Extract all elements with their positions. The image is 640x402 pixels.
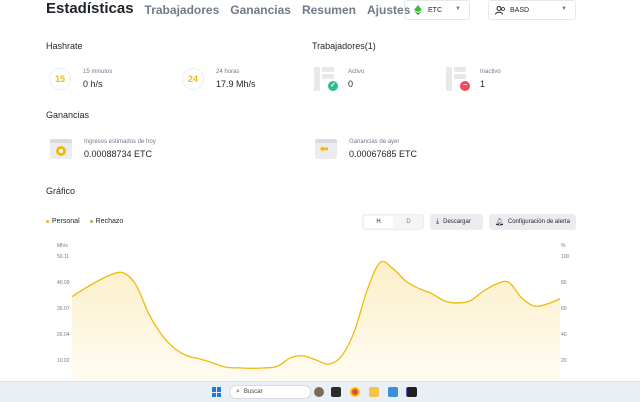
legend-item-personal[interactable]: Personal [46,218,80,225]
hashrate-24h-label: 24 horas [216,69,240,75]
series-personal-area [72,261,560,381]
y-tick-right: 60 [561,306,567,312]
y-tick-right: 100 [561,254,570,260]
terminal-icon[interactable] [407,387,417,397]
bell-icon: 🔔︎ [495,219,504,226]
chevron-down-icon: ▼ [455,6,461,12]
legend-dot-icon [46,219,49,223]
earnings-today-value: 0.00088734 ETC [84,149,153,159]
y-tick-left: 10.02 [57,358,70,364]
workers-active-value: 0 [348,79,354,89]
y-tick-left: 30.07 [57,306,70,312]
search-icon: ⌕ [236,388,240,395]
top-nav: Estadísticas Trabajadores Ganancias Resu… [46,0,421,20]
wallet-arrow-icon: ⬅ [315,139,337,159]
file-explorer-icon[interactable] [369,387,379,397]
hashrate-15m: 15 15 minutos 0 h/s [49,68,112,90]
alert-settings-label: Configuración de alerta [507,219,570,225]
chrome-icon[interactable] [350,387,360,397]
chart-legend: Personal Rechazo [46,218,133,225]
workers-active[interactable]: ✓ Activo 0 [314,67,364,91]
hashrate-title: Hashrate [46,41,83,51]
tab-resumen[interactable]: Resumen [302,0,356,20]
wallet-coin-icon [50,139,72,159]
hashrate-15m-value: 0 h/s [83,79,103,89]
os-taskbar: ⌕ Buscar [0,381,640,402]
y-axis-right-unit: % [561,243,566,249]
workers-inactive-label: Inactivo [480,69,501,75]
taskbar-search-placeholder: Buscar [243,389,263,395]
edge-icon[interactable] [388,387,398,397]
earnings-title: Ganancias [46,110,90,120]
workers-title: Trabajadores(1) [312,41,376,51]
download-icon: ⤓ [436,218,440,225]
toggle-day[interactable]: D [394,215,423,229]
y-axis-left-unit: Mh/s [57,243,68,249]
y-tick-left: 20.04 [57,332,70,338]
earnings-yesterday-label: Ganancias de ayer [349,139,400,145]
workers-active-label: Activo [348,69,365,75]
legend-label: Personal [52,218,80,225]
account-select-value: BASD [510,6,530,14]
y-tick-right: 40 [561,332,567,338]
coin-select[interactable]: ETC ▼ [404,0,470,20]
earnings-today: Ingresos estimados de hoy 0.00088734 ETC [50,138,156,160]
windows-start-icon[interactable] [212,387,222,397]
widget-icon[interactable] [314,387,324,397]
task-view-icon[interactable] [331,387,341,397]
hashrate-24h-value: 17.9 Mh/s [216,79,256,89]
users-icon [495,5,505,15]
earnings-yesterday-value: 0.00067685 ETC [349,149,418,159]
stats-page: Estadísticas Trabajadores Ganancias Resu… [0,0,640,402]
download-button[interactable]: ⤓ Descargar [430,214,483,230]
worker-active-icon: ✓ [314,67,338,91]
tab-trabajadores[interactable]: Trabajadores [145,0,220,20]
hashrate-24h: 24 24 horas 17.9 Mh/s [182,68,256,90]
chart-title: Gráfico [46,186,76,196]
legend-dot-icon [89,219,93,223]
hashrate-15m-label: 15 minutos [83,69,113,75]
y-tick-left: 40.09 [57,280,70,286]
earnings-yesterday: ⬅ Ganancias de ayer 0.00067685 ETC [315,138,417,160]
y-tick-left: 50.11 [57,254,70,260]
badge-24-icon: 24 [182,68,204,90]
taskbar-search[interactable]: ⌕ Buscar [229,385,311,399]
workers-inactive-value: 1 [480,79,486,89]
workers-inactive[interactable]: − Inactivo 1 [446,67,501,91]
tab-estadisticas[interactable]: Estadísticas [46,0,134,18]
earnings-today-label: Ingresos estimados de hoy [84,139,156,145]
legend-label: Rechazo [95,218,124,225]
coin-select-value: ETC [428,6,442,14]
alert-settings-button[interactable]: 🔔︎ Configuración de alerta [489,214,576,230]
y-tick-right: 80 [561,280,567,286]
toggle-hour[interactable]: H [364,216,393,228]
interval-toggle[interactable]: H D [362,214,424,230]
chevron-down-icon: ▼ [561,6,567,12]
account-select[interactable]: BASD ▼ [488,0,576,20]
tab-ganancias[interactable]: Ganancias [230,0,291,20]
download-label: Descargar [443,219,471,225]
ethereum-classic-icon [414,5,422,15]
y-tick-right: 20 [561,358,567,364]
badge-15-icon: 15 [49,68,71,90]
worker-inactive-icon: − [446,67,470,91]
hashrate-chart[interactable] [72,252,560,381]
legend-item-rechazo[interactable]: Rechazo [89,218,124,225]
